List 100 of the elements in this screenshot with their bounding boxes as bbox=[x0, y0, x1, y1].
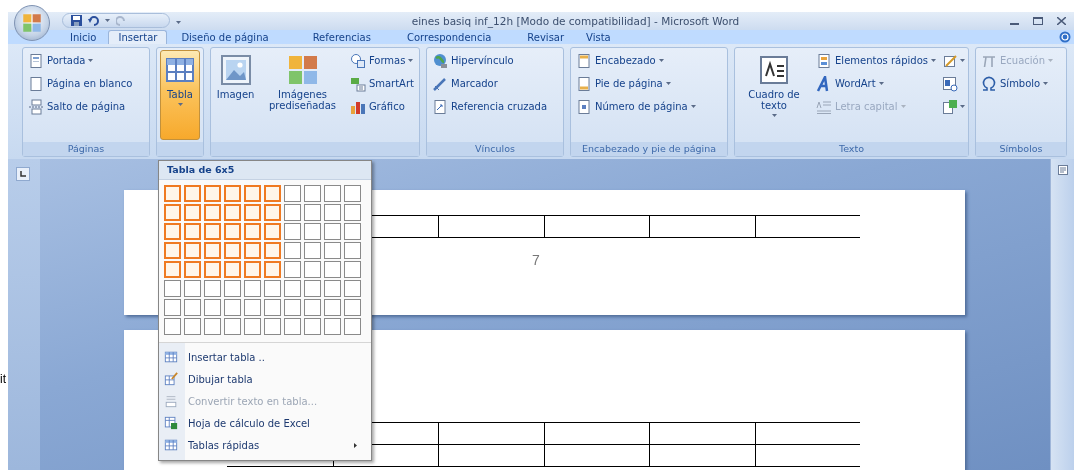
grid-cell[interactable] bbox=[284, 261, 301, 278]
grid-cell[interactable] bbox=[284, 185, 301, 202]
grid-cell[interactable] bbox=[324, 223, 341, 240]
grid-cell[interactable] bbox=[224, 185, 241, 202]
ribbon-button[interactable]: Salto de página bbox=[26, 95, 135, 118]
ribbon-tab[interactable]: Correspondencia bbox=[396, 29, 502, 44]
vertical-scrollbar[interactable] bbox=[1050, 159, 1074, 470]
office-button[interactable] bbox=[14, 5, 50, 41]
grid-cell[interactable] bbox=[344, 280, 361, 297]
grid-cell[interactable] bbox=[284, 299, 301, 316]
grid-cell[interactable] bbox=[304, 261, 321, 278]
menu-item[interactable]: Insertar tabla .. bbox=[159, 346, 371, 368]
grid-cell[interactable] bbox=[204, 185, 221, 202]
grid-cell[interactable] bbox=[204, 280, 221, 297]
grid-cell[interactable] bbox=[164, 318, 181, 335]
grid-cell[interactable] bbox=[304, 223, 321, 240]
grid-cell[interactable] bbox=[344, 223, 361, 240]
grid-cell[interactable] bbox=[184, 204, 201, 221]
grid-cell[interactable] bbox=[264, 261, 281, 278]
ribbon-button[interactable]: Portada bbox=[26, 49, 135, 72]
grid-cell[interactable] bbox=[264, 204, 281, 221]
grid-cell[interactable] bbox=[324, 299, 341, 316]
grid-cell[interactable] bbox=[324, 185, 341, 202]
grid-cell[interactable] bbox=[164, 204, 181, 221]
ruler-view-icon[interactable] bbox=[1057, 165, 1068, 175]
grid-cell[interactable] bbox=[164, 299, 181, 316]
grid-cell[interactable] bbox=[244, 280, 261, 297]
grid-cell[interactable] bbox=[184, 280, 201, 297]
grid-cell[interactable] bbox=[204, 242, 221, 259]
grid-cell[interactable] bbox=[344, 185, 361, 202]
grid-cell[interactable] bbox=[224, 223, 241, 240]
grid-cell[interactable] bbox=[244, 261, 261, 278]
grid-cell[interactable] bbox=[344, 204, 361, 221]
grid-cell[interactable] bbox=[264, 299, 281, 316]
grid-cell[interactable] bbox=[304, 242, 321, 259]
maximize-icon[interactable] bbox=[1033, 16, 1043, 25]
grid-cell[interactable] bbox=[164, 242, 181, 259]
grid-cell[interactable] bbox=[324, 318, 341, 335]
grid-cell[interactable] bbox=[244, 185, 261, 202]
grid-cell[interactable] bbox=[284, 280, 301, 297]
grid-cell[interactable] bbox=[164, 223, 181, 240]
grid-cell[interactable] bbox=[304, 185, 321, 202]
ribbon-button[interactable]: Imágenes prediseñadas bbox=[261, 49, 344, 140]
save-icon[interactable] bbox=[71, 15, 82, 27]
ribbon-tab[interactable]: Inicio bbox=[60, 29, 107, 44]
grid-cell[interactable] bbox=[264, 280, 281, 297]
grid-cell[interactable] bbox=[264, 242, 281, 259]
grid-cell[interactable] bbox=[204, 204, 221, 221]
grid-cell[interactable] bbox=[184, 223, 201, 240]
grid-cell[interactable] bbox=[224, 318, 241, 335]
ribbon-button[interactable]: Marcador bbox=[430, 72, 550, 95]
grid-cell[interactable] bbox=[344, 299, 361, 316]
grid-cell[interactable] bbox=[184, 318, 201, 335]
grid-cell[interactable] bbox=[244, 223, 261, 240]
grid-cell[interactable] bbox=[344, 242, 361, 259]
ribbon-button[interactable]: Formas bbox=[347, 49, 416, 72]
grid-cell[interactable] bbox=[324, 204, 341, 221]
grid-cell[interactable] bbox=[244, 242, 261, 259]
ribbon-button[interactable]: SmartArt bbox=[347, 72, 416, 95]
ribbon-button[interactable]: Cuadro de texto bbox=[738, 49, 811, 140]
grid-cell[interactable] bbox=[204, 261, 221, 278]
ribbon-button[interactable]: Hipervínculo bbox=[430, 49, 550, 72]
ribbon-tab[interactable]: Referencias bbox=[302, 29, 381, 44]
grid-cell[interactable] bbox=[244, 299, 261, 316]
ribbon-button[interactable]: Referencia cruzada bbox=[430, 95, 550, 118]
grid-cell[interactable] bbox=[224, 204, 241, 221]
ribbon-tab[interactable]: Vista bbox=[576, 29, 621, 44]
grid-cell[interactable] bbox=[284, 223, 301, 240]
grid-cell[interactable] bbox=[204, 299, 221, 316]
grid-cell[interactable] bbox=[164, 185, 181, 202]
grid-cell[interactable] bbox=[224, 242, 241, 259]
undo-icon[interactable] bbox=[88, 15, 99, 27]
grid-cell[interactable] bbox=[184, 261, 201, 278]
grid-cell[interactable] bbox=[304, 280, 321, 297]
help-icon[interactable] bbox=[1059, 30, 1071, 43]
grid-cell[interactable] bbox=[184, 299, 201, 316]
close-icon[interactable] bbox=[1057, 16, 1066, 25]
grid-cell[interactable] bbox=[344, 318, 361, 335]
grid-cell[interactable] bbox=[264, 185, 281, 202]
ribbon-button[interactable]: WordArt bbox=[814, 72, 938, 95]
grid-cell[interactable] bbox=[284, 204, 301, 221]
ribbon-button[interactable]: Elementos rápidos bbox=[814, 49, 938, 72]
grid-cell[interactable] bbox=[324, 261, 341, 278]
grid-cell[interactable] bbox=[224, 299, 241, 316]
ribbon-button[interactable]: Imagen bbox=[214, 49, 258, 140]
grid-cell[interactable] bbox=[284, 318, 301, 335]
ribbon-button[interactable]: Número de página bbox=[574, 95, 698, 118]
grid-cell[interactable] bbox=[184, 185, 201, 202]
grid-cell[interactable] bbox=[324, 280, 341, 297]
grid-cell[interactable] bbox=[244, 204, 261, 221]
menu-item[interactable]: Dibujar tabla bbox=[159, 368, 371, 390]
grid-cell[interactable] bbox=[344, 261, 361, 278]
ribbon-button[interactable]: Gráfico bbox=[347, 95, 416, 118]
ribbon-button[interactable]: Pie de página bbox=[574, 72, 698, 95]
ribbon-tab[interactable]: Revisar bbox=[517, 29, 575, 44]
menu-item[interactable]: Tablas rápidas bbox=[159, 434, 371, 456]
grid-cell[interactable] bbox=[204, 223, 221, 240]
grid-cell[interactable] bbox=[244, 318, 261, 335]
grid-cell[interactable] bbox=[224, 261, 241, 278]
grid-cell[interactable] bbox=[324, 242, 341, 259]
